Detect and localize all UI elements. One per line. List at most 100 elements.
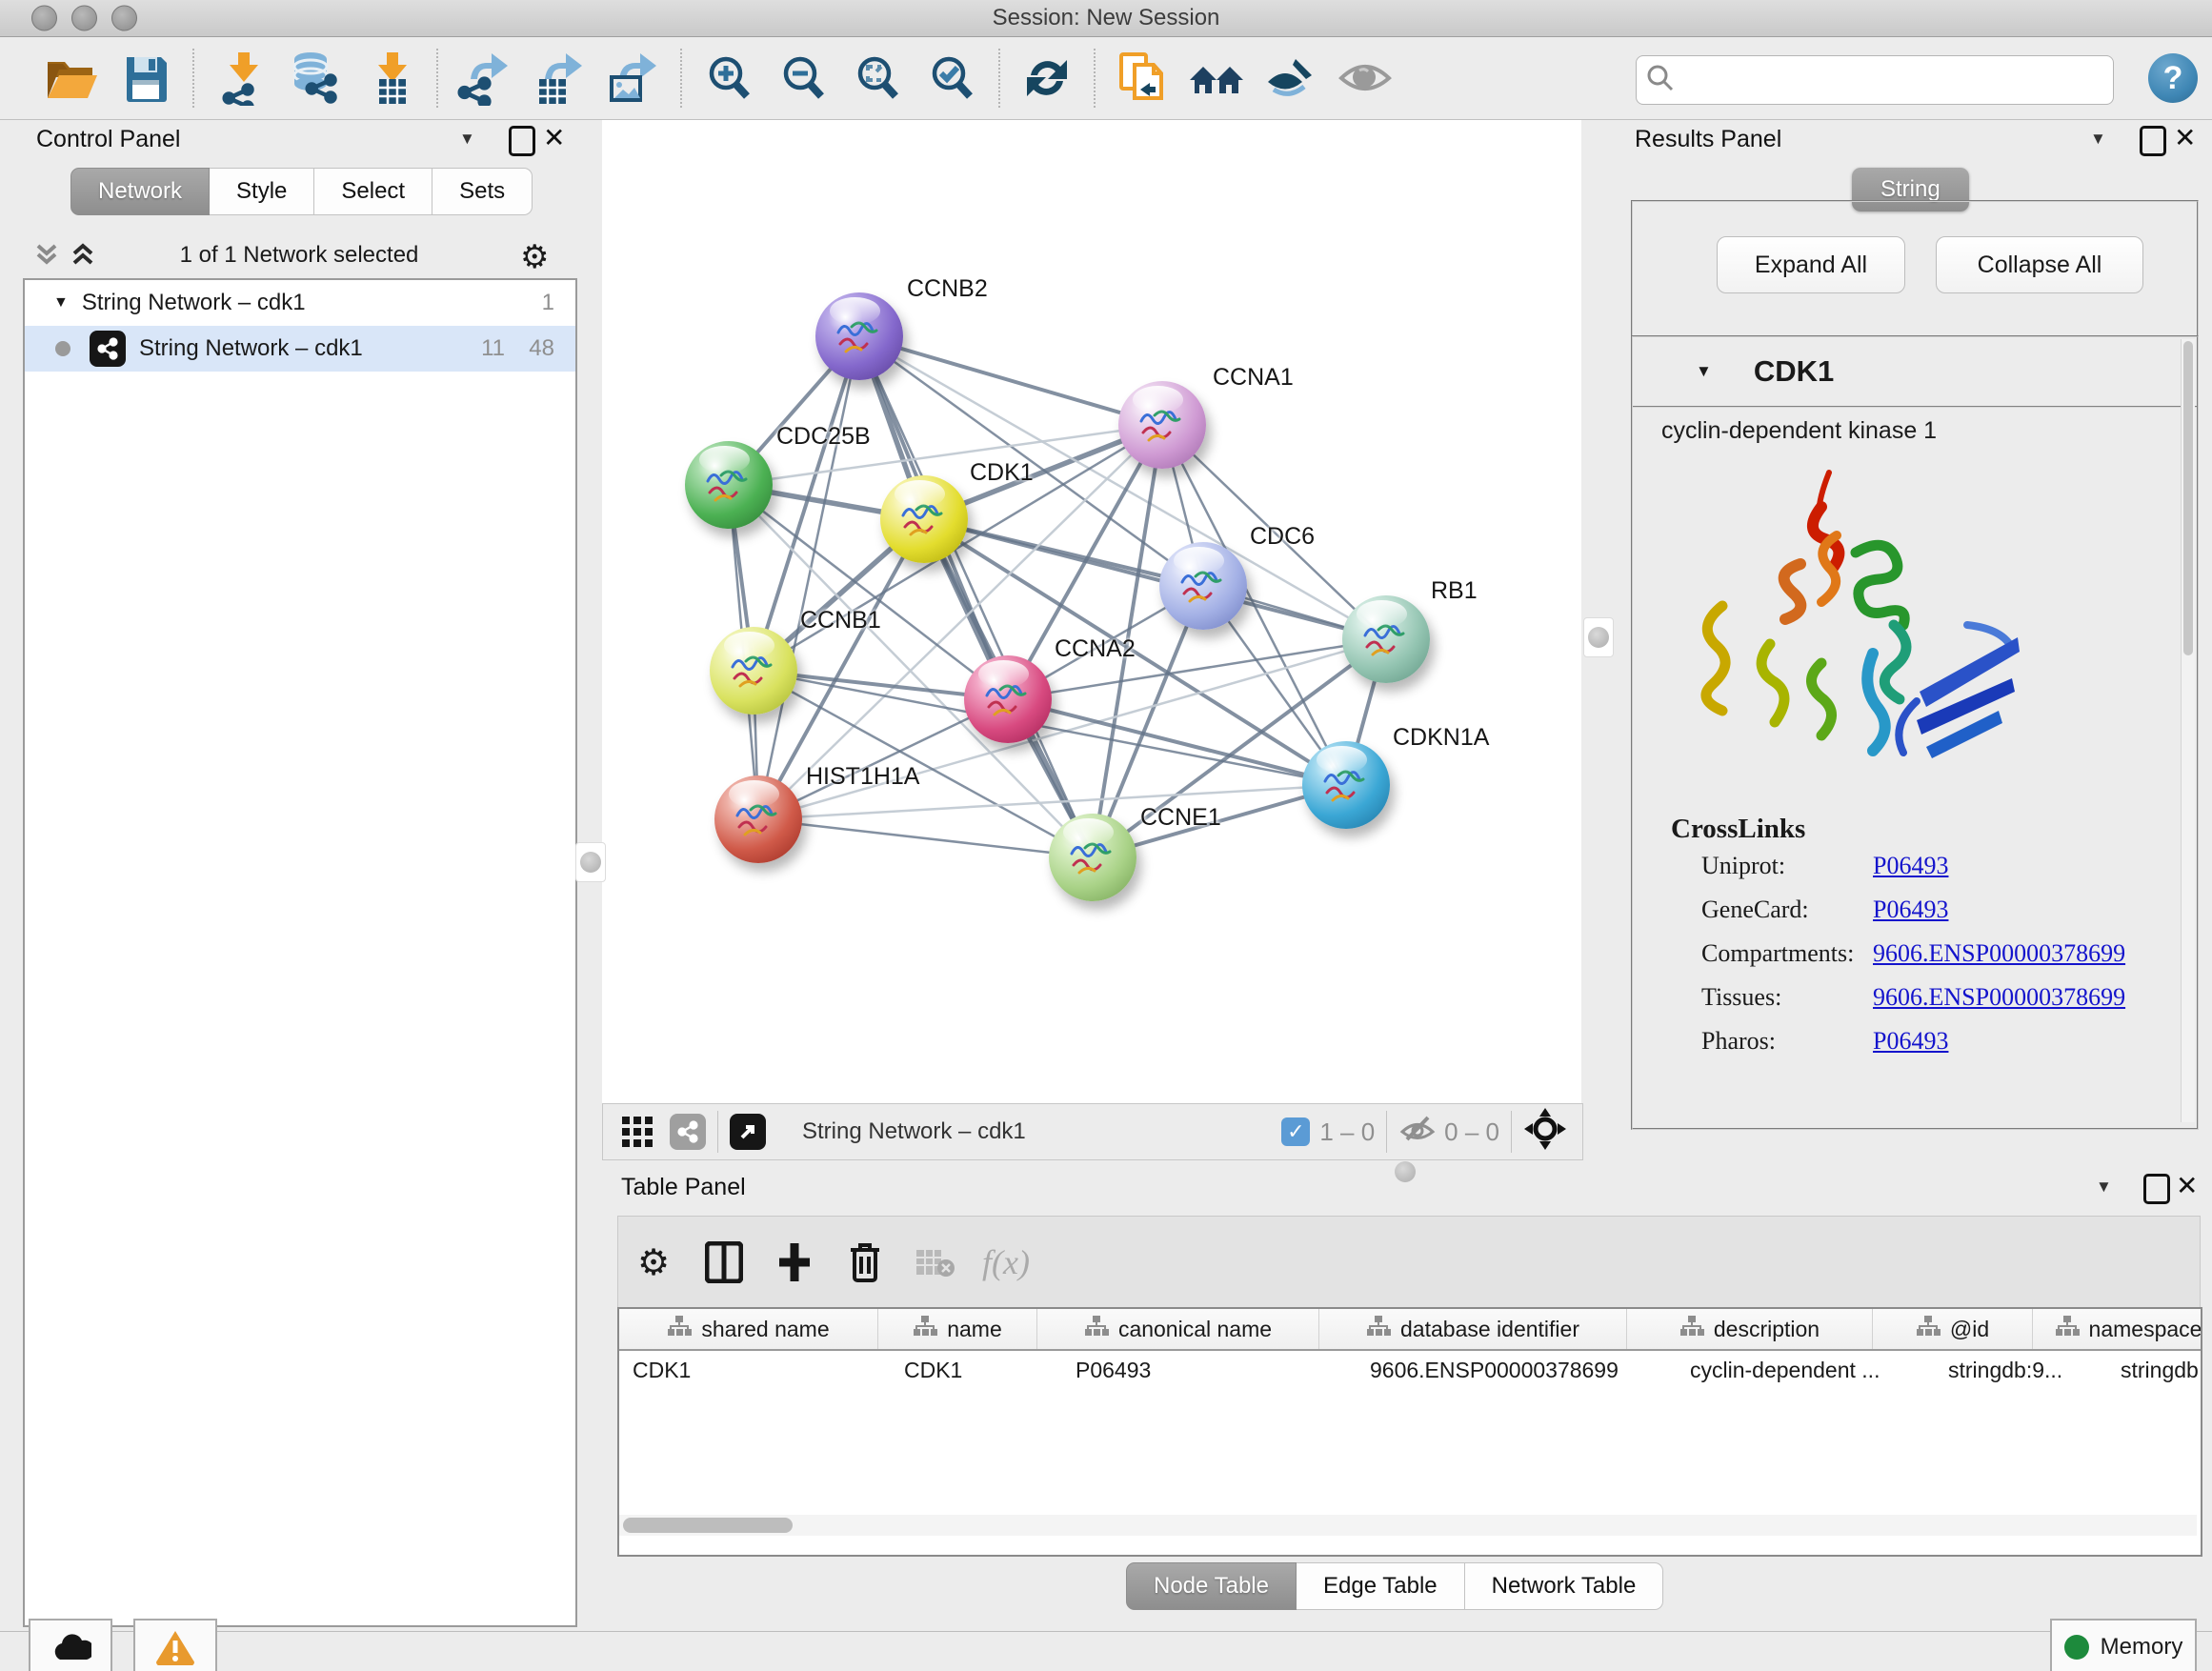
column-header-database-identifier[interactable]: database identifier bbox=[1319, 1309, 1627, 1349]
edge-HIST1H1A-CCNE1[interactable] bbox=[758, 819, 1093, 857]
grid-view-icon[interactable] bbox=[611, 1098, 664, 1165]
expand-all-button[interactable]: Expand All bbox=[1717, 236, 1905, 293]
create-column-plus-icon[interactable] bbox=[759, 1229, 830, 1296]
tab-sets[interactable]: Sets bbox=[432, 168, 533, 215]
search-input[interactable] bbox=[1684, 67, 2113, 93]
search-box[interactable] bbox=[1636, 55, 2114, 105]
export-image-button[interactable] bbox=[596, 47, 671, 110]
tab-node-table[interactable]: Node Table bbox=[1126, 1562, 1297, 1610]
edge-CCNA2-CDKN1A[interactable] bbox=[1008, 699, 1346, 785]
network-view-canvas[interactable]: CCNB2CCNA1CDC25BCDK1CDC6RB1CCNB1CCNA2CDK… bbox=[602, 120, 1581, 1103]
import-database-button[interactable] bbox=[278, 47, 352, 110]
edge-CCNB2-HIST1H1A[interactable] bbox=[758, 336, 859, 819]
node-CCNA1[interactable] bbox=[1118, 381, 1206, 469]
crosslink-value-link[interactable]: P06493 bbox=[1873, 1027, 1948, 1055]
save-session-button[interactable] bbox=[109, 47, 183, 110]
warning-status-button[interactable] bbox=[133, 1619, 217, 1671]
tab-edge-table[interactable]: Edge Table bbox=[1297, 1562, 1465, 1610]
column-header-namespace[interactable]: namespace bbox=[2033, 1309, 2202, 1349]
memory-button[interactable]: Memory bbox=[2050, 1619, 2197, 1671]
help-button[interactable]: ? bbox=[2148, 53, 2198, 103]
right-splitter-handle[interactable] bbox=[1583, 617, 1614, 657]
birdseye-navigator-icon[interactable] bbox=[1523, 1107, 1567, 1158]
node-HIST1H1A[interactable] bbox=[714, 775, 802, 863]
node-CDKN1A[interactable] bbox=[1302, 741, 1390, 829]
gene-collapse-icon[interactable]: ▼ bbox=[1696, 362, 1712, 381]
table-horizontal-scrollbar[interactable] bbox=[619, 1515, 2197, 1536]
copy-document-button[interactable] bbox=[1105, 47, 1179, 110]
control-panel-float-icon[interactable] bbox=[509, 126, 535, 156]
hide-graphics-details-button[interactable] bbox=[1328, 47, 1402, 110]
left-splitter-handle[interactable] bbox=[575, 842, 606, 882]
crosslink-value-link[interactable]: P06493 bbox=[1873, 896, 1948, 923]
column-header-label: canonical name bbox=[1118, 1317, 1272, 1342]
results-panel-close-icon[interactable]: ✕ bbox=[2174, 122, 2196, 153]
collection-expand-icon[interactable]: ▼ bbox=[53, 294, 69, 312]
control-panel-close-icon[interactable]: ✕ bbox=[543, 122, 565, 153]
tab-network-table[interactable]: Network Table bbox=[1465, 1562, 1664, 1610]
tab-style[interactable]: Style bbox=[210, 168, 314, 215]
node-CDC6[interactable] bbox=[1159, 542, 1247, 630]
results-panel-menu-caret-icon[interactable]: ▼ bbox=[2090, 130, 2106, 149]
open-session-button[interactable] bbox=[34, 47, 109, 110]
import-table-button[interactable] bbox=[352, 47, 427, 110]
edge-CDK1-RB1[interactable] bbox=[924, 519, 1386, 639]
selected-checkbox-icon[interactable]: ✓ bbox=[1281, 1117, 1310, 1146]
network-options-gear-icon[interactable]: ⚙ bbox=[520, 238, 549, 276]
crosslink-value-link[interactable]: 9606.ENSP00000378699 bbox=[1873, 983, 2125, 1011]
tab-network[interactable]: Network bbox=[70, 168, 210, 215]
column-header-name[interactable]: name bbox=[878, 1309, 1037, 1349]
open-in-new-window-icon[interactable] bbox=[730, 1114, 766, 1150]
results-panel-float-icon[interactable] bbox=[2140, 126, 2166, 156]
table-cell[interactable]: CDK1 bbox=[619, 1351, 891, 1389]
table-panel-menu-caret-icon[interactable]: ▼ bbox=[2096, 1178, 2112, 1197]
gene-section-header[interactable]: ▼ CDK1 bbox=[1633, 337, 2197, 408]
column-header-@id[interactable]: @id bbox=[1873, 1309, 2033, 1349]
node-CDK1[interactable] bbox=[880, 475, 968, 563]
table-row[interactable]: CDK1CDK1P064939606.ENSP00000378699cyclin… bbox=[619, 1351, 2201, 1389]
zoom-out-button[interactable] bbox=[766, 47, 840, 110]
table-settings-gear-icon[interactable]: ⚙ bbox=[618, 1229, 689, 1296]
table-panel-float-icon[interactable] bbox=[2143, 1174, 2170, 1204]
node-CCNB2[interactable] bbox=[815, 292, 903, 380]
cloud-status-button[interactable] bbox=[29, 1619, 112, 1671]
node-CCNE1[interactable] bbox=[1049, 814, 1136, 901]
export-table-button[interactable] bbox=[522, 47, 596, 110]
show-graphics-details-button[interactable] bbox=[1254, 47, 1328, 110]
crosslink-value-link[interactable]: P06493 bbox=[1873, 852, 1948, 879]
import-network-button[interactable] bbox=[204, 47, 278, 110]
table-panel-close-icon[interactable]: ✕ bbox=[2176, 1170, 2198, 1201]
column-header-canonical-name[interactable]: canonical name bbox=[1037, 1309, 1319, 1349]
delete-column-trash-icon[interactable] bbox=[830, 1229, 900, 1296]
network-collection-row[interactable]: ▼ String Network – cdk1 1 bbox=[25, 280, 575, 326]
home-button[interactable] bbox=[1179, 47, 1254, 110]
zoom-fit-button[interactable] bbox=[840, 47, 915, 110]
table-cell[interactable]: stringdb:9... bbox=[1935, 1351, 2107, 1389]
control-panel-menu-caret-icon[interactable]: ▼ bbox=[459, 130, 475, 149]
export-network-button[interactable] bbox=[448, 47, 522, 110]
node-CCNA2[interactable] bbox=[964, 655, 1052, 743]
table-cell[interactable]: CDK1 bbox=[891, 1351, 1062, 1389]
node-CCNB1[interactable] bbox=[710, 627, 797, 715]
node-RB1[interactable] bbox=[1342, 595, 1430, 683]
refresh-button[interactable] bbox=[1010, 47, 1084, 110]
node-CDC25B[interactable] bbox=[685, 441, 773, 529]
network-row-selected[interactable]: String Network – cdk1 11 48 bbox=[25, 326, 575, 372]
zoom-selected-button[interactable] bbox=[915, 47, 989, 110]
collapse-all-button[interactable]: Collapse All bbox=[1936, 236, 2143, 293]
table-cell[interactable]: 9606.ENSP00000378699 bbox=[1357, 1351, 1677, 1389]
crosslink-value-link[interactable]: 9606.ENSP00000378699 bbox=[1873, 939, 2125, 967]
show-columns-icon[interactable] bbox=[689, 1229, 759, 1296]
protein-ribbon-thumbnail bbox=[725, 648, 782, 698]
tab-select[interactable]: Select bbox=[314, 168, 432, 215]
table-cell[interactable]: cyclin-dependent ... bbox=[1677, 1351, 1935, 1389]
zoom-in-button[interactable] bbox=[692, 47, 766, 110]
column-header-shared-name[interactable]: shared name bbox=[619, 1309, 878, 1349]
edge-RB1-HIST1H1A[interactable] bbox=[758, 639, 1386, 819]
column-header-description[interactable]: description bbox=[1627, 1309, 1873, 1349]
network-share-icon[interactable] bbox=[670, 1114, 706, 1150]
results-vertical-scrollbar[interactable] bbox=[2181, 339, 2195, 1122]
table-cell[interactable]: P06493 bbox=[1062, 1351, 1357, 1389]
table-cell[interactable]: stringdb bbox=[2107, 1351, 2202, 1389]
edge-CCNB2-CCNA1[interactable] bbox=[859, 336, 1162, 425]
